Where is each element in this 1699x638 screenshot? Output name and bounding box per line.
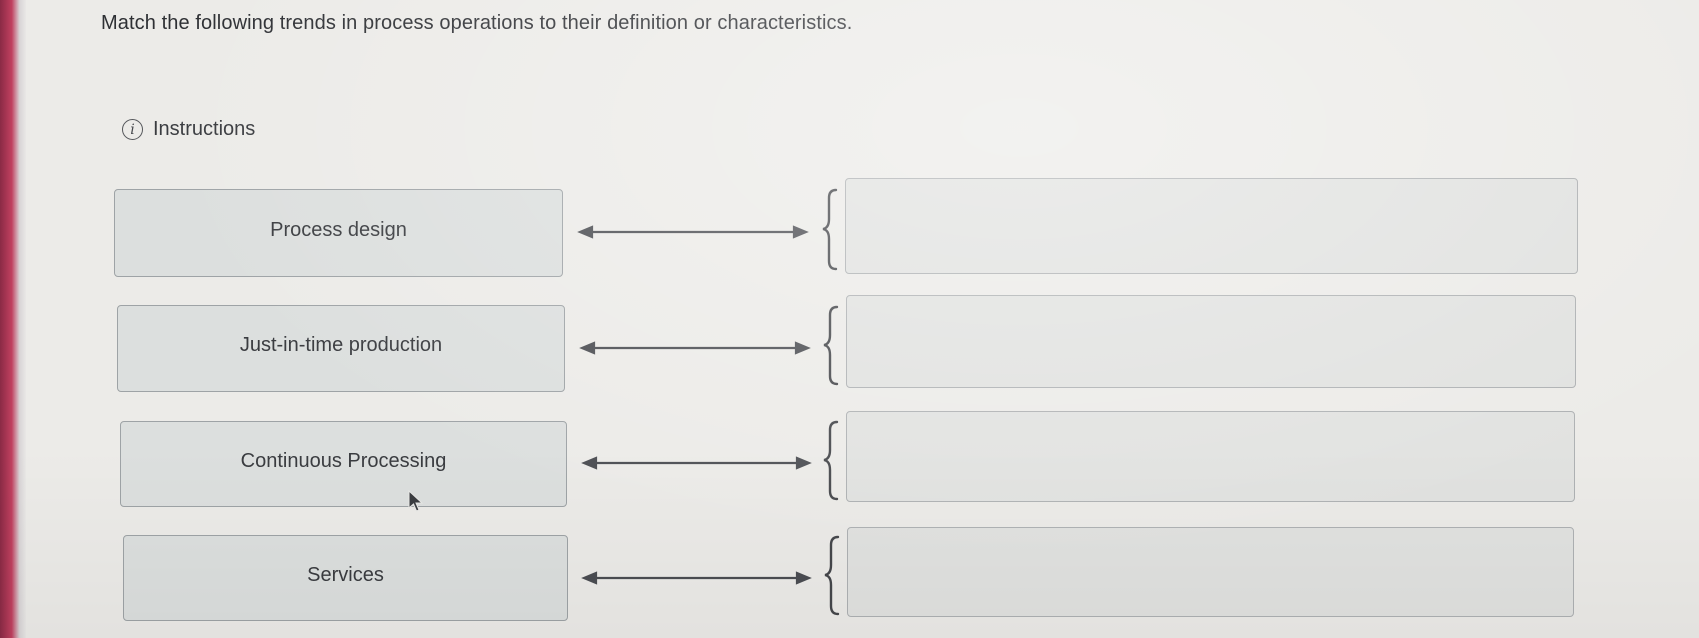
browser-edge [0,0,26,638]
mouse-cursor-icon [408,490,424,512]
term-card-continuous-processing[interactable]: Continuous Processing [120,421,567,507]
instructions-label: Instructions [153,118,256,140]
question-prompt: Match the following trends in process op… [101,12,853,34]
instructions-toggle[interactable]: i Instructions [122,118,255,141]
double-arrow-icon [577,225,809,239]
term-label: Continuous Processing [240,449,447,472]
brace-icon [822,188,838,271]
term-card-just-in-time[interactable]: Just-in-time production [117,305,565,392]
double-arrow-icon [581,571,812,585]
term-card-process-design[interactable]: Process design [114,189,563,277]
term-card-services[interactable]: Services [123,535,568,621]
brace-icon [824,535,840,616]
info-icon: i [122,119,143,140]
term-label: Process design [270,218,407,241]
drop-target-4[interactable] [847,527,1574,617]
drop-target-1[interactable] [845,178,1578,274]
drop-target-2[interactable] [846,295,1576,388]
brace-icon [823,420,839,501]
term-label: Just-in-time production [239,334,443,356]
double-arrow-icon [581,456,812,470]
brace-icon [823,305,839,386]
drop-target-3[interactable] [846,411,1575,502]
term-label: Services [307,563,384,586]
double-arrow-icon [579,341,811,355]
